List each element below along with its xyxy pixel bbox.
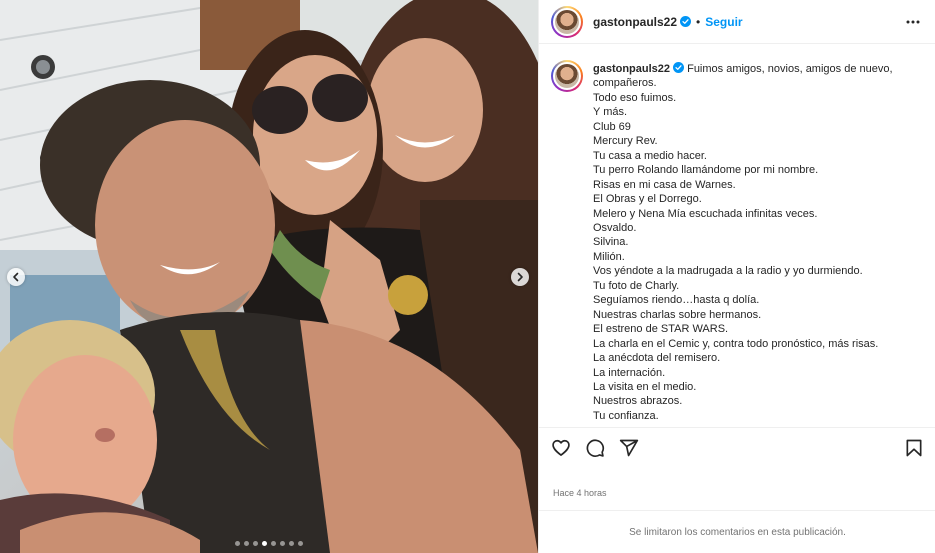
carousel-dot — [244, 541, 249, 546]
post-details-panel: gastonpauls22 • Seguir gastonpauls22 Fui… — [538, 0, 935, 553]
caption-line: Nuestros abrazos. — [593, 395, 683, 408]
caption-line: Vos yéndote a la madrugada a la radio y … — [593, 265, 863, 278]
caption-first-line: gastonpauls22 Fuimos amigos, novios, ami… — [593, 62, 893, 76]
carousel-indicators — [0, 541, 538, 546]
header-separator: • — [696, 14, 701, 29]
caption-line: La anécdota del remisero. — [593, 352, 721, 365]
post-header: gastonpauls22 • Seguir — [539, 0, 935, 44]
caption-line: Tu confianza. — [593, 409, 659, 422]
verified-badge-icon — [673, 62, 685, 73]
comment-icon — [586, 438, 605, 457]
author-avatar[interactable] — [551, 5, 583, 38]
caption-line: compañeros. — [593, 77, 657, 90]
caption-line: Osvaldo. — [593, 221, 637, 234]
caption-line: Mercury Rev. — [593, 135, 658, 148]
follow-button[interactable]: Seguir — [705, 15, 742, 29]
avatar-image — [553, 62, 581, 90]
carousel-dot — [253, 541, 258, 546]
chevron-right-icon — [517, 272, 523, 282]
heart-icon — [552, 439, 570, 456]
more-options-icon — [906, 20, 920, 23]
comment-button[interactable] — [585, 438, 605, 458]
avatar-image — [553, 7, 581, 36]
chevron-left-icon — [13, 272, 19, 282]
bookmark-icon — [906, 439, 922, 456]
caption-comment: gastonpauls22 Fuimos amigos, novios, ami… — [551, 60, 922, 423]
carousel-dot — [280, 541, 285, 546]
caption-username[interactable]: gastonpauls22 — [593, 63, 670, 75]
caption-line: Club 69 — [593, 120, 631, 133]
next-slide-button[interactable] — [511, 268, 529, 286]
caption-line: Todo eso fuimos. — [593, 91, 677, 104]
share-button[interactable] — [619, 438, 639, 458]
save-button[interactable] — [904, 438, 924, 458]
caption-line: Melero y Nena Mía escuchada infinitas ve… — [593, 207, 818, 220]
caption-line: Tu casa a medio hacer. — [593, 149, 707, 162]
like-button[interactable] — [551, 438, 571, 458]
share-icon — [619, 439, 639, 456]
author-username[interactable]: gastonpauls22 — [593, 15, 677, 29]
caption-line: Fuimos amigos, novios, amigos de nuevo, — [687, 63, 893, 75]
post-photo — [0, 0, 538, 553]
carousel-dot — [262, 541, 267, 546]
caption-line: La visita en el medio. — [593, 380, 697, 393]
caption-text: gastonpauls22 Fuimos amigos, novios, ami… — [593, 62, 893, 423]
caption-line: Nuestras charlas sobre hermanos. — [593, 308, 762, 321]
caption-line: Tu foto de Charly. — [593, 279, 680, 292]
more-options-button[interactable] — [905, 14, 921, 30]
post-timestamp[interactable]: Hace 4 horas — [553, 488, 607, 498]
verified-badge-icon — [680, 16, 692, 27]
caption-line: Seguíamos riendo…hasta q dolía. — [593, 294, 760, 307]
caption-line: El estreno de STAR WARS. — [593, 323, 729, 336]
caption-line: Milión. — [593, 250, 625, 263]
action-bar — [539, 427, 935, 467]
carousel-dot — [271, 541, 276, 546]
carousel-dot — [289, 541, 294, 546]
caption-line: Tu perro Rolando llamándome por mi nombr… — [593, 164, 819, 177]
caption-avatar[interactable] — [551, 60, 583, 92]
caption-scroll-area[interactable]: gastonpauls22 Fuimos amigos, novios, ami… — [539, 44, 935, 427]
photo-illustration — [0, 0, 538, 553]
caption-line: Y más. — [593, 106, 628, 119]
carousel-dot — [235, 541, 240, 546]
caption-line: La charla en el Cemic y, contra todo pro… — [593, 337, 879, 350]
caption-line: Silvina. — [593, 236, 629, 249]
carousel-dot — [298, 541, 303, 546]
previous-slide-button[interactable] — [7, 268, 25, 286]
caption-line: La internación. — [593, 366, 666, 379]
caption-line: El Obras y el Dorrego. — [593, 193, 702, 206]
caption-line: Risas en mi casa de Warnes. — [593, 178, 736, 191]
comments-disabled-notice: Se limitaron los comentarios en esta pub… — [539, 510, 935, 553]
